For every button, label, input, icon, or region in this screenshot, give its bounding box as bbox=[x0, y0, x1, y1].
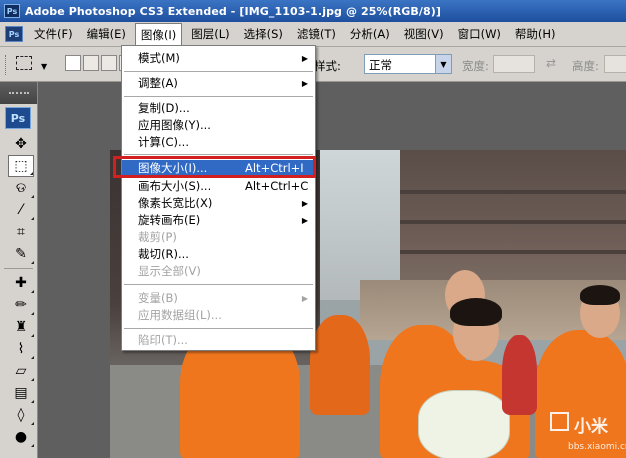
watermark-url: bbs.xiaomi.cn bbox=[568, 442, 626, 452]
menu-item-apply-image[interactable]: 应用图像(Y)... bbox=[122, 117, 315, 134]
menu-item-pixel-aspect-ratio[interactable]: 像素长宽比(X) ▶ bbox=[122, 195, 315, 212]
menu-item-adjustments[interactable]: 调整(A) ▶ bbox=[122, 75, 315, 92]
xiaomi-logo-icon bbox=[550, 412, 569, 431]
dodge-tool-icon[interactable]: ● bbox=[8, 426, 34, 448]
submenu-arrow-icon: ▶ bbox=[301, 199, 308, 208]
height-field[interactable] bbox=[604, 55, 626, 73]
subtract-selection-icon[interactable] bbox=[101, 55, 117, 71]
menu-select[interactable]: 选择(S) bbox=[239, 24, 288, 44]
toolbox-header[interactable] bbox=[0, 82, 37, 104]
gradient-tool-icon[interactable]: ▤ bbox=[8, 382, 34, 404]
width-field[interactable] bbox=[493, 55, 535, 73]
annotation-highlight-box bbox=[113, 156, 316, 178]
new-selection-icon[interactable] bbox=[65, 55, 81, 71]
menu-window[interactable]: 窗口(W) bbox=[453, 24, 506, 44]
menu-item-apply-data-set: 应用数据组(L)... bbox=[138, 308, 222, 322]
submenu-arrow-icon: ▶ bbox=[301, 54, 308, 63]
options-grip[interactable] bbox=[5, 55, 8, 75]
menu-item-crop: 裁剪(P) bbox=[138, 230, 177, 244]
menu-item-variables: 变量(B) ▶ bbox=[138, 291, 308, 305]
width-label: 宽度: bbox=[462, 59, 489, 73]
chevron-down-icon[interactable]: ▼ bbox=[435, 55, 451, 73]
watermark-brand: 小米 bbox=[574, 417, 608, 437]
menu-view[interactable]: 视图(V) bbox=[399, 24, 449, 44]
submenu-arrow-icon: ▶ bbox=[301, 79, 308, 88]
title-bar: Ps Adobe Photoshop CS3 Extended - [IMG_1… bbox=[0, 0, 626, 22]
rectangular-marquee-preset-icon[interactable] bbox=[16, 56, 32, 70]
style-select-value: 正常 bbox=[369, 58, 392, 72]
photo-person bbox=[535, 330, 626, 458]
marquee-tool-icon[interactable]: ⬚ bbox=[8, 155, 34, 177]
swap-icon[interactable]: ⇄ bbox=[546, 56, 556, 70]
photo-person bbox=[502, 335, 537, 415]
menu-edit[interactable]: 编辑(E) bbox=[82, 24, 131, 44]
photoshop-logo-icon: Ps bbox=[4, 4, 20, 18]
submenu-arrow-icon: ▶ bbox=[301, 294, 308, 303]
menu-item-trap: 陷印(T)... bbox=[138, 333, 188, 347]
photoshop-logo-icon[interactable]: Ps bbox=[5, 107, 31, 129]
crop-tool-icon[interactable]: ⌗ bbox=[8, 221, 34, 243]
menu-layer[interactable]: 图层(L) bbox=[186, 24, 234, 44]
lasso-tool-icon[interactable]: ଡ bbox=[8, 177, 34, 199]
blur-tool-icon[interactable]: ◊ bbox=[8, 404, 34, 426]
brush-tool-icon[interactable]: ✏ bbox=[8, 294, 34, 316]
menu-item-reveal-all: 显示全部(V) bbox=[138, 264, 201, 278]
menu-analysis[interactable]: 分析(A) bbox=[345, 24, 395, 44]
toolbox: Ps ✥ ⬚ ଡ ⁄ ⌗ ✎ ✚ ✏ ♜ ⌇ ▱ ▤ ◊ ● bbox=[0, 82, 38, 458]
menu-bar: Ps 文件(F) 编辑(E) 图像(I) 图层(L) 选择(S) 滤镜(T) 分… bbox=[0, 22, 626, 47]
menu-item-trim[interactable]: 裁切(R)... bbox=[122, 246, 315, 263]
photo-bag bbox=[418, 390, 510, 458]
menu-item-duplicate[interactable]: 复制(D)... bbox=[122, 100, 315, 117]
slice-tool-icon[interactable]: ✎ bbox=[8, 243, 34, 265]
menu-file[interactable]: 文件(F) bbox=[29, 24, 78, 44]
submenu-arrow-icon: ▶ bbox=[301, 216, 308, 225]
photo-person bbox=[310, 315, 370, 415]
menu-item-canvas-size[interactable]: 画布大小(S)... Alt+Ctrl+C bbox=[122, 178, 315, 195]
menu-help[interactable]: 帮助(H) bbox=[510, 24, 561, 44]
healing-brush-tool-icon[interactable]: ✚ bbox=[8, 272, 34, 294]
photo-building-right bbox=[400, 150, 626, 290]
move-tool-icon[interactable]: ✥ bbox=[8, 133, 34, 155]
add-selection-icon[interactable] bbox=[83, 55, 99, 71]
menu-image[interactable]: 图像(I) bbox=[134, 23, 183, 45]
window-title: Adobe Photoshop CS3 Extended - [IMG_1103… bbox=[25, 4, 442, 18]
chevron-down-icon[interactable]: ▼ bbox=[41, 62, 47, 71]
menu-item-rotate-canvas[interactable]: 旋转画布(E) ▶ bbox=[122, 212, 315, 229]
menu-filter[interactable]: 滤镜(T) bbox=[292, 24, 341, 44]
style-select[interactable]: 正常 ▼ bbox=[364, 54, 452, 74]
magic-wand-tool-icon[interactable]: ⁄ bbox=[8, 199, 34, 221]
eraser-tool-icon[interactable]: ▱ bbox=[8, 360, 34, 382]
menu-item-mode[interactable]: 模式(M) ▶ bbox=[122, 50, 315, 67]
history-brush-tool-icon[interactable]: ⌇ bbox=[8, 338, 34, 360]
photoshop-menu-icon[interactable]: Ps bbox=[5, 26, 23, 42]
style-label: 样式: bbox=[314, 59, 341, 73]
image-menu-dropdown: 模式(M) ▶ 调整(A) ▶ 复制(D)... 应用图像(Y)... 计算(C… bbox=[121, 45, 316, 351]
menu-item-calculations[interactable]: 计算(C)... bbox=[122, 134, 315, 151]
height-label: 高度: bbox=[572, 59, 599, 73]
clone-stamp-tool-icon[interactable]: ♜ bbox=[8, 316, 34, 338]
